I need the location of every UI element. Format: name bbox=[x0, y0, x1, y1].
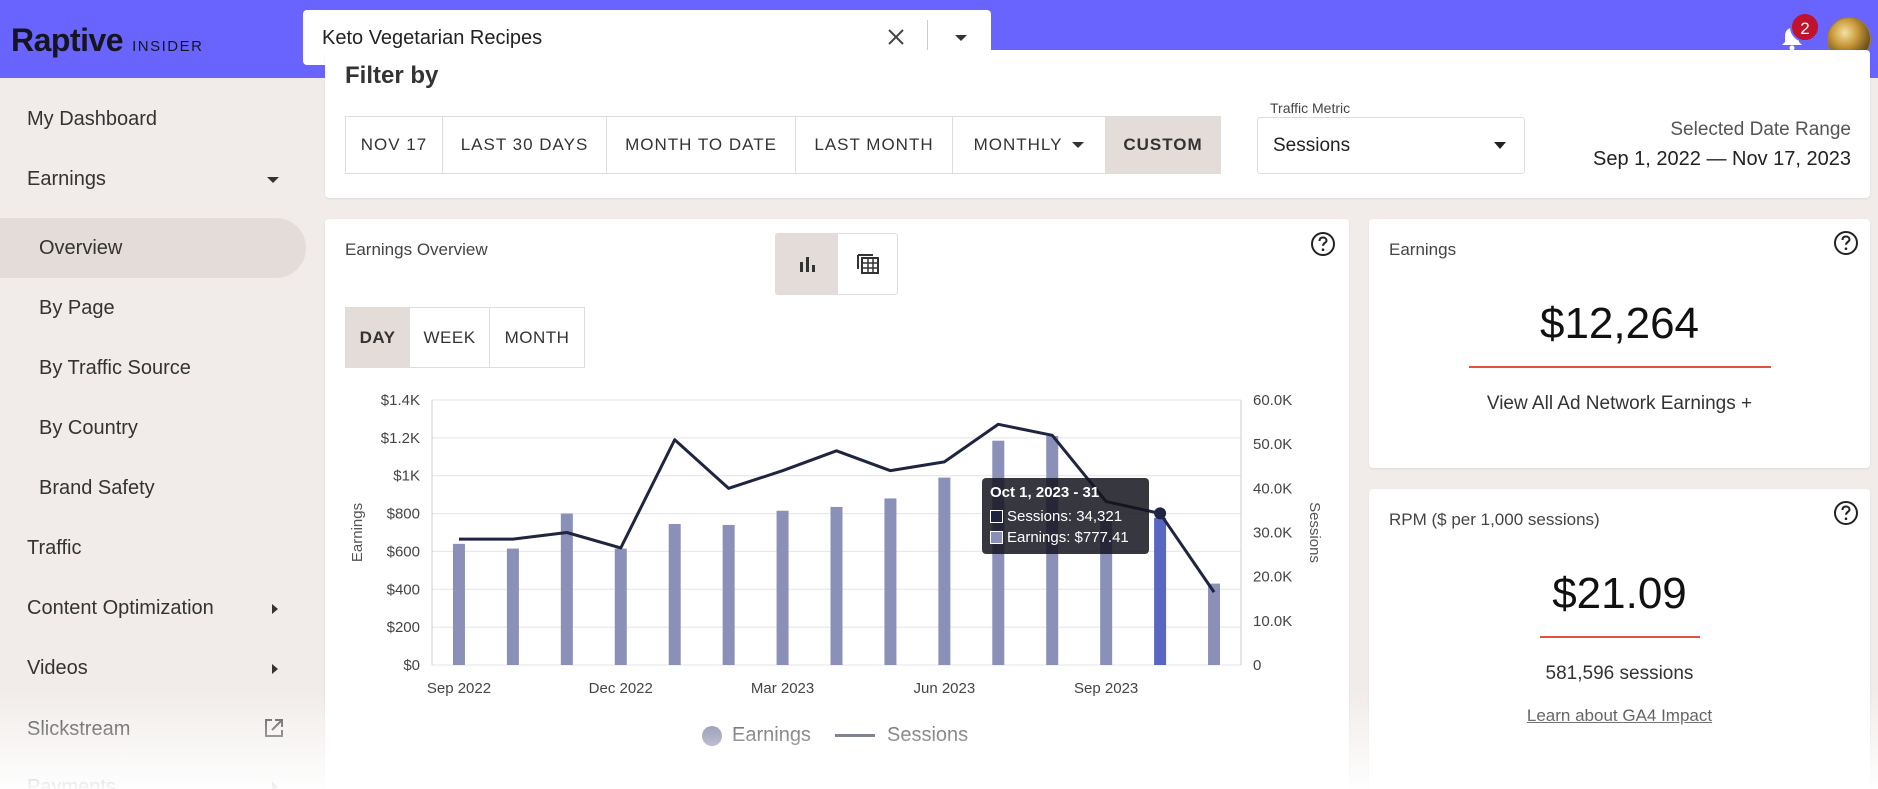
earnings-bar bbox=[776, 510, 789, 665]
earnings-bar bbox=[884, 498, 897, 665]
tooltip-title: Oct 1, 2023 - 31 bbox=[990, 484, 1100, 501]
help-icon[interactable] bbox=[1833, 500, 1859, 526]
legend-sessions[interactable]: Sessions bbox=[835, 724, 968, 747]
earnings-bar bbox=[722, 524, 735, 665]
earnings-card-title: Earnings bbox=[1389, 240, 1457, 259]
tooltip-sessions: Sessions: 34,321 bbox=[1007, 508, 1123, 525]
earnings-card: Earnings $12,264 View All Ad Network Ear… bbox=[1369, 219, 1870, 468]
rpm-card: RPM ($ per 1,000 sessions) $21.09 581,59… bbox=[1369, 489, 1870, 789]
earnings-bar bbox=[452, 543, 465, 665]
legend-earnings-marker bbox=[702, 725, 722, 746]
earnings-bar bbox=[1208, 583, 1221, 665]
y-tick-label: $800 bbox=[387, 506, 420, 523]
earnings-bar bbox=[830, 506, 843, 665]
legend-sessions-label: Sessions bbox=[887, 724, 969, 746]
rpm-value: $21.09 bbox=[1552, 569, 1687, 618]
sessions-swatch bbox=[990, 510, 1003, 523]
earnings-bar bbox=[560, 513, 573, 665]
x-tick-label: Mar 2023 bbox=[751, 680, 814, 697]
earnings-bar bbox=[938, 477, 951, 665]
legend-earnings-label: Earnings bbox=[732, 724, 811, 746]
tooltip-earnings-row: Earnings: $777.41 bbox=[990, 529, 1129, 546]
y-axis-title: Earnings bbox=[349, 503, 366, 562]
y2-tick-label: 20.0K bbox=[1253, 569, 1292, 586]
earnings-bar bbox=[614, 548, 627, 665]
tooltip-sessions-row: Sessions: 34,321 bbox=[990, 508, 1122, 525]
y2-tick-label: 60.0K bbox=[1253, 392, 1292, 409]
y2-tick-label: 10.0K bbox=[1253, 613, 1292, 630]
y-tick-label: $0 bbox=[403, 657, 420, 674]
y-tick-label: $200 bbox=[387, 619, 420, 636]
earnings-underline bbox=[1469, 366, 1771, 368]
earnings-total: $12,264 bbox=[1539, 299, 1700, 348]
y2-axis-title: Sessions bbox=[1306, 502, 1323, 563]
y2-tick-label: 0 bbox=[1253, 657, 1261, 674]
earnings-bar bbox=[506, 548, 519, 665]
view-all-ad-network-earnings-link[interactable]: View All Ad Network Earnings + bbox=[1369, 393, 1870, 415]
chart-tooltip: Oct 1, 2023 - 31 Sessions: 34,321 Earnin… bbox=[982, 478, 1149, 554]
legend-earnings[interactable]: Earnings bbox=[702, 724, 811, 747]
sessions-point bbox=[1154, 507, 1167, 520]
tooltip-earnings: Earnings: $777.41 bbox=[1007, 529, 1129, 546]
earnings-bar bbox=[668, 523, 681, 665]
help-icon[interactable] bbox=[1833, 230, 1859, 256]
y2-tick-label: 30.0K bbox=[1253, 525, 1292, 542]
x-tick-label: Sep 2023 bbox=[1074, 680, 1138, 697]
rpm-sessions: 581,596 sessions bbox=[1545, 663, 1694, 684]
y2-tick-label: 40.0K bbox=[1253, 480, 1292, 497]
learn-about-ga4-link[interactable]: Learn about GA4 Impact bbox=[1369, 706, 1870, 726]
x-tick-label: Sep 2022 bbox=[427, 680, 491, 697]
y-tick-label: $400 bbox=[387, 581, 420, 598]
rpm-card-title: RPM ($ per 1,000 sessions) bbox=[1389, 510, 1600, 529]
x-tick-label: Jun 2023 bbox=[913, 680, 975, 697]
y-tick-label: $1.4K bbox=[381, 392, 420, 409]
earnings-swatch bbox=[990, 531, 1003, 544]
y2-tick-label: 50.0K bbox=[1253, 436, 1292, 453]
y-tick-label: $1.2K bbox=[381, 430, 420, 447]
rpm-underline bbox=[1540, 636, 1700, 638]
y-tick-label: $1K bbox=[393, 468, 420, 485]
y-tick-label: $600 bbox=[387, 543, 420, 560]
earnings-bar bbox=[1154, 517, 1167, 665]
legend-sessions-marker bbox=[835, 734, 875, 737]
x-tick-label: Dec 2022 bbox=[589, 680, 653, 697]
